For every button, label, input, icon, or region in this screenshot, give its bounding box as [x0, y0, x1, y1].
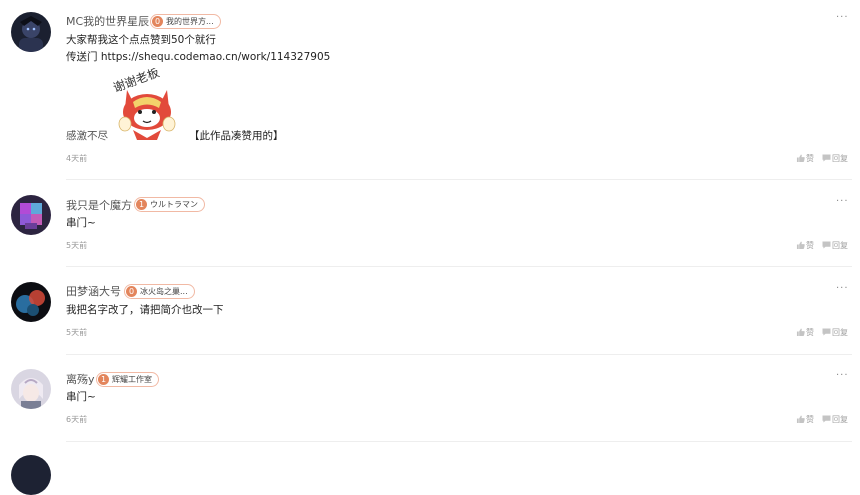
- comment-bubble-icon: [822, 154, 831, 162]
- badge-label: 我的世界方...: [166, 17, 214, 26]
- more-options-button[interactable]: ···: [836, 196, 849, 207]
- reply-label: 回复: [832, 328, 848, 337]
- more-options-button[interactable]: ···: [836, 12, 849, 23]
- badge-level: 1: [98, 374, 109, 385]
- badge-level: 1: [136, 199, 147, 210]
- timestamp: 4天前: [66, 154, 88, 163]
- thumbs-up-icon: [796, 241, 805, 249]
- comment-line: 传送门 https://shequ.codemao.cn/work/114327…: [66, 51, 331, 63]
- comment-line: 串门~: [66, 391, 96, 403]
- sticker-caption: 谢谢老板: [111, 68, 161, 95]
- avatar[interactable]: [11, 195, 51, 235]
- divider: [66, 179, 852, 180]
- more-options-button[interactable]: ···: [836, 370, 849, 381]
- badge-label: 冰火岛之巢...: [140, 287, 188, 296]
- username[interactable]: 离殇y: [66, 371, 95, 387]
- avatar[interactable]: [11, 455, 51, 495]
- reply-label: 回复: [832, 154, 848, 163]
- more-options-button[interactable]: ···: [836, 283, 849, 294]
- reply-button[interactable]: 回复: [822, 414, 848, 425]
- reply-label: 回复: [832, 241, 848, 250]
- username[interactable]: MC我的世界星辰: [66, 13, 149, 29]
- comment-line: 大家帮我这个点点赞到50个就行: [66, 34, 216, 46]
- like-button[interactable]: 赞: [796, 414, 814, 425]
- like-label: 赞: [806, 241, 814, 250]
- comment-bubble-icon: [822, 328, 831, 336]
- reply-label: 回复: [832, 415, 848, 424]
- thumbs-up-icon: [796, 415, 805, 423]
- user-badge[interactable]: 0 我的世界方...: [150, 14, 221, 29]
- divider: [66, 266, 852, 267]
- like-button[interactable]: 赞: [796, 240, 814, 251]
- username[interactable]: 田梦涵大号: [66, 283, 121, 299]
- like-label: 赞: [806, 328, 814, 337]
- comment-bubble-icon: [822, 415, 831, 423]
- divider: [66, 441, 852, 442]
- reply-button[interactable]: 回复: [822, 153, 848, 164]
- like-button[interactable]: 赞: [796, 153, 814, 164]
- comment-line: 我把名字改了，请把简介也改一下: [66, 304, 224, 316]
- user-badge[interactable]: 1 辉耀工作室: [96, 372, 159, 387]
- badge-label: 辉耀工作室: [112, 375, 152, 384]
- username[interactable]: 我只是个魔方: [66, 197, 132, 213]
- timestamp: 6天前: [66, 415, 88, 424]
- badge-level: 0: [152, 16, 163, 27]
- reply-button[interactable]: 回复: [822, 327, 848, 338]
- comment-bubble-icon: [822, 241, 831, 249]
- avatar[interactable]: [11, 282, 51, 322]
- comment-line: 【此作品凑赞用的】: [189, 130, 284, 142]
- avatar[interactable]: [11, 369, 51, 409]
- timestamp: 5天前: [66, 241, 88, 250]
- comment-line: 串门~: [66, 217, 96, 229]
- badge-level: 0: [126, 286, 137, 297]
- like-button[interactable]: 赞: [796, 327, 814, 338]
- timestamp: 5天前: [66, 328, 88, 337]
- thank-you-sticker-image: 谢谢老板: [107, 64, 187, 140]
- thumbs-up-icon: [796, 328, 805, 336]
- reply-button[interactable]: 回复: [822, 240, 848, 251]
- avatar[interactable]: [11, 12, 51, 52]
- thumbs-up-icon: [796, 154, 805, 162]
- comment-line: 感激不尽: [66, 130, 108, 142]
- like-label: 赞: [806, 415, 814, 424]
- badge-label: ウルトラマン: [150, 200, 198, 209]
- divider: [66, 354, 852, 355]
- user-badge[interactable]: 1 ウルトラマン: [134, 197, 205, 212]
- user-badge[interactable]: 0 冰火岛之巢...: [124, 284, 195, 299]
- like-label: 赞: [806, 154, 814, 163]
